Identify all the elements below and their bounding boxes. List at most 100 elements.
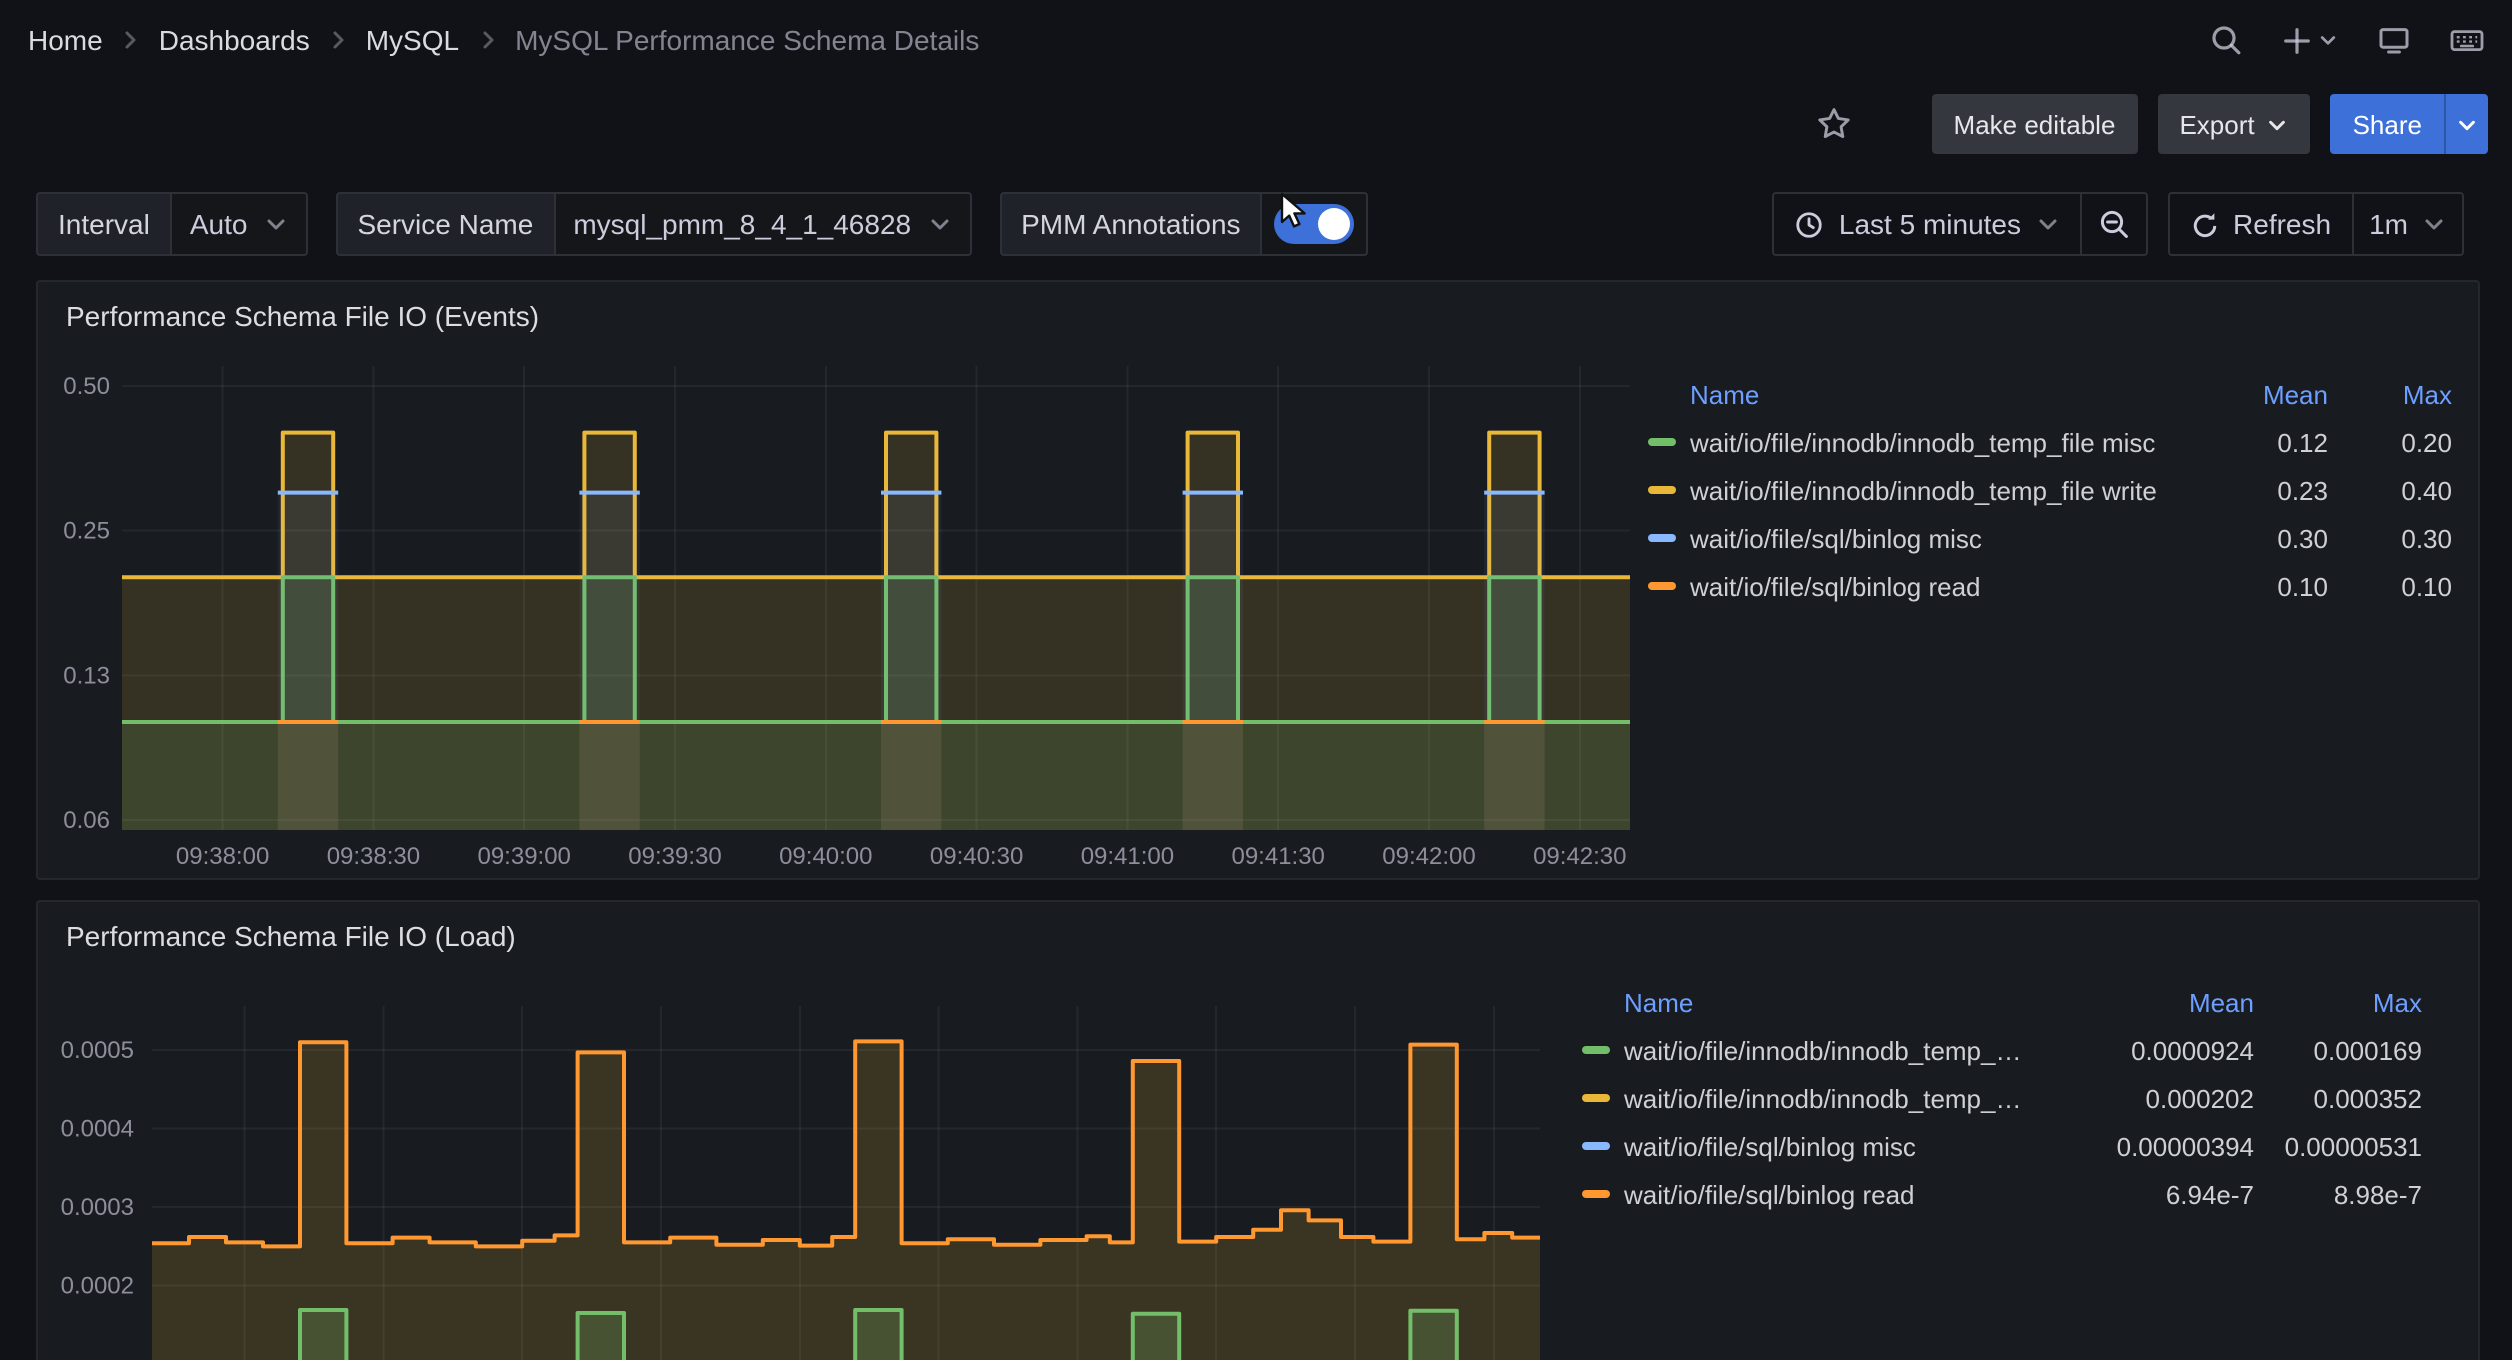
export-button[interactable]: Export [2157, 94, 2310, 154]
legend-series[interactable]: wait/io/file/sql/binlog read [1648, 571, 2176, 601]
keyboard-shortcuts-button[interactable] [2450, 24, 2484, 56]
zoom-out-button[interactable] [2081, 192, 2147, 256]
legend-series-swatch[interactable] [1648, 438, 1676, 446]
legend-sort-max[interactable]: Max [2254, 987, 2422, 1017]
legend-series[interactable]: wait/io/file/sql/binlog misc [1582, 1131, 2022, 1161]
legend-max-value: 0.30 [2328, 523, 2452, 553]
legend-header-row: NameMeanMax [1582, 978, 2422, 1026]
export-label: Export [2179, 109, 2254, 139]
service-name-select[interactable]: mysql_pmm_8_4_1_46828 [553, 192, 971, 256]
series-fill [579, 722, 639, 830]
legend-series-name[interactable]: wait/io/file/innodb/innodb_temp_file mis… [1690, 427, 2155, 457]
breadcrumb-mysql[interactable]: MySQL [366, 24, 459, 56]
legend-mean-value: 0.000202 [2022, 1083, 2254, 1113]
legend-series[interactable]: wait/io/file/innodb/innodb_temp_file wri… [1648, 475, 2176, 505]
kiosk-mode-button[interactable] [2378, 24, 2410, 56]
legend-series-name[interactable]: wait/io/file/innodb/innodb_temp_file mis… [1624, 1035, 2022, 1065]
legend-series-swatch[interactable] [1648, 582, 1676, 590]
legend-max-value: 0.00000531 [2254, 1131, 2422, 1161]
legend-sort-name[interactable]: Name [1648, 379, 2176, 409]
legend-max-value: 0.10 [2328, 571, 2452, 601]
legend-row: wait/io/file/innodb/innodb_temp_file mis… [1582, 1026, 2422, 1074]
svg-text:0.0005: 0.0005 [61, 1037, 134, 1064]
panel-title[interactable]: Performance Schema File IO (Load) [38, 902, 516, 952]
legend-row: wait/io/file/sql/binlog read6.94e-78.98e… [1582, 1170, 2422, 1218]
pmm-annotations-label: PMM Annotations [999, 192, 1260, 256]
legend-sort-name[interactable]: Name [1582, 987, 2022, 1017]
add-panel-button[interactable] [2282, 25, 2338, 55]
chevron-down-icon [2035, 212, 2059, 236]
legend-row: wait/io/file/sql/binlog read0.100.10 [1648, 562, 2452, 610]
breadcrumb: Home Dashboards MySQL MySQL Performance … [28, 24, 979, 56]
share-button[interactable]: Share [2331, 94, 2444, 154]
chevron-right-icon [326, 28, 350, 52]
series-line [122, 433, 1630, 578]
toggle-switch-on[interactable] [1275, 204, 1355, 244]
breadcrumb-dashboards[interactable]: Dashboards [159, 24, 310, 56]
legend-series[interactable]: wait/io/file/innodb/innodb_temp_file mis… [1582, 1035, 2022, 1065]
legend-mean-value: 0.12 [2176, 427, 2328, 457]
legend-series-swatch[interactable] [1582, 1046, 1610, 1054]
legend-max-value: 0.40 [2328, 475, 2452, 505]
chevron-down-icon [2422, 212, 2446, 236]
refresh-icon [2189, 209, 2219, 239]
svg-text:0.50: 0.50 [63, 373, 110, 400]
legend-mean-value: 0.0000924 [2022, 1035, 2254, 1065]
legend-max-value: 0.000352 [2254, 1083, 2422, 1113]
legend-max-value: 8.98e-7 [2254, 1179, 2422, 1209]
legend-sort-mean[interactable]: Mean [2176, 379, 2328, 409]
legend-series-name[interactable]: wait/io/file/sql/binlog misc [1624, 1131, 1916, 1161]
interval-select[interactable]: Auto [170, 192, 308, 256]
share-menu-button[interactable] [2444, 94, 2488, 154]
legend-series-swatch[interactable] [1582, 1094, 1610, 1102]
legend-series-name[interactable]: wait/io/file/innodb/innodb_temp_file wri… [1690, 475, 2157, 505]
svg-text:09:40:00: 09:40:00 [779, 843, 872, 870]
legend-series-swatch[interactable] [1582, 1142, 1610, 1150]
chevron-down-icon [263, 212, 287, 236]
legend-series-name[interactable]: wait/io/file/innodb/innodb_temp_file wri… [1624, 1083, 2022, 1113]
search-button[interactable] [2210, 24, 2242, 56]
service-name-label: Service Name [335, 192, 553, 256]
favorite-star-button[interactable] [1816, 106, 1852, 142]
panel-title[interactable]: Performance Schema File IO (Events) [38, 282, 539, 332]
legend-sort-mean[interactable]: Mean [2022, 987, 2254, 1017]
legend-max-value: 0.20 [2328, 427, 2452, 457]
legend-series-name[interactable]: wait/io/file/sql/binlog misc [1690, 523, 1982, 553]
refresh-interval-value: 1m [2369, 208, 2408, 240]
legend-series-name[interactable]: wait/io/file/sql/binlog read [1624, 1179, 1915, 1209]
clock-icon [1795, 209, 1825, 239]
series-line [152, 1041, 1540, 1246]
legend-series[interactable]: wait/io/file/innodb/innodb_temp_file mis… [1648, 427, 2176, 457]
time-range-value: Last 5 minutes [1839, 208, 2021, 240]
legend-series-name[interactable]: wait/io/file/sql/binlog read [1690, 571, 1981, 601]
series-fill [1484, 722, 1544, 830]
legend-series[interactable]: wait/io/file/innodb/innodb_temp_file wri… [1582, 1083, 2022, 1113]
refresh-interval-select[interactable]: 1m [2353, 192, 2464, 256]
legend-series-swatch[interactable] [1648, 486, 1676, 494]
panel-performance-schema-file-io-load: Performance Schema File IO (Load) 0.0005… [36, 900, 2480, 1360]
legend-series-swatch[interactable] [1648, 534, 1676, 542]
nav-actions [2210, 24, 2484, 56]
svg-text:0.0004: 0.0004 [61, 1116, 134, 1143]
legend-series-swatch[interactable] [1582, 1190, 1610, 1198]
legend-series[interactable]: wait/io/file/sql/binlog misc [1648, 523, 2176, 553]
breadcrumb-current: MySQL Performance Schema Details [515, 24, 979, 56]
legend-table: NameMeanMax wait/io/file/innodb/innodb_te… [1582, 978, 2422, 1218]
chevron-down-icon [2318, 30, 2338, 50]
breadcrumb-home[interactable]: Home [28, 24, 103, 56]
make-editable-button[interactable]: Make editable [1932, 94, 2138, 154]
refresh-button[interactable]: Refresh [2167, 192, 2353, 256]
legend-series[interactable]: wait/io/file/sql/binlog read [1582, 1179, 2022, 1209]
service-name-control: Service Name mysql_pmm_8_4_1_46828 [335, 192, 971, 256]
interval-control: Interval Auto [36, 192, 307, 256]
legend-sort-max[interactable]: Max [2328, 379, 2452, 409]
chevron-down-icon [2456, 113, 2478, 135]
svg-text:09:39:00: 09:39:00 [477, 843, 570, 870]
monitor-icon [2378, 24, 2410, 56]
share-split-button: Share [2331, 94, 2488, 154]
svg-text:09:42:00: 09:42:00 [1382, 843, 1475, 870]
time-range-picker[interactable]: Last 5 minutes [1773, 192, 2081, 256]
pmm-annotations-toggle[interactable] [1261, 192, 1369, 256]
axis-labels: 0.00050.00040.00030.0002 [61, 1037, 134, 1300]
legend-table: NameMeanMax wait/io/file/innodb/innodb_te… [1648, 370, 2452, 610]
